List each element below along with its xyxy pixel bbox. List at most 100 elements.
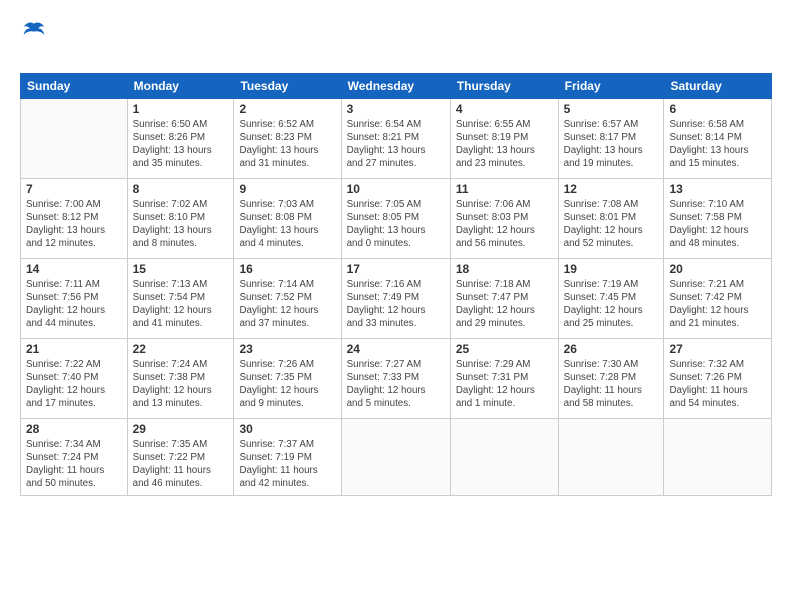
cell-info-text: Sunrise: 7:24 AMSunset: 7:38 PMDaylight:… [133,358,229,411]
cell-date-number: 16 [239,262,335,276]
weekday-header-friday: Friday [558,73,664,98]
calendar-cell [21,98,128,178]
cell-date-number: 7 [26,182,122,196]
cell-info-text: Sunrise: 7:27 AMSunset: 7:33 PMDaylight:… [347,358,445,411]
cell-date-number: 13 [669,182,766,196]
cell-info-text: Sunrise: 6:52 AMSunset: 8:23 PMDaylight:… [239,118,335,171]
calendar-cell: 19Sunrise: 7:19 AMSunset: 7:45 PMDayligh… [558,258,664,338]
cell-info-text: Sunrise: 7:16 AMSunset: 7:49 PMDaylight:… [347,278,445,331]
cell-date-number: 4 [456,102,553,116]
weekday-header-saturday: Saturday [664,73,772,98]
weekday-header-wednesday: Wednesday [341,73,450,98]
cell-date-number: 3 [347,102,445,116]
cell-info-text: Sunrise: 7:10 AMSunset: 7:58 PMDaylight:… [669,198,766,251]
calendar-cell: 21 Sunrise: 7:22 AMSunset: 7:40 PMDayligh… [21,338,128,418]
cell-date-number: 8 [133,182,229,196]
cell-date-number: 2 [239,102,335,116]
calendar-cell: 8 Sunrise: 7:02 AMSunset: 8:10 PMDaylight… [127,178,234,258]
calendar-cell: 9 Sunrise: 7:03 AMSunset: 8:08 PMDaylight… [234,178,341,258]
cell-date-number: 19 [564,262,659,276]
calendar-cell: 16 Sunrise: 7:14 AMSunset: 7:52 PMDayligh… [234,258,341,338]
cell-date-number: 9 [239,182,335,196]
cell-date-number: 5 [564,102,659,116]
calendar-cell: 27 Sunrise: 7:32 AMSunset: 7:26 PMDayligh… [664,338,772,418]
cell-info-text: Sunrise: 7:03 AMSunset: 8:08 PMDaylight:… [239,198,335,251]
cell-info-text: Sunrise: 7:32 AMSunset: 7:26 PMDaylight:… [669,358,766,411]
cell-date-number: 1 [133,102,229,116]
calendar-cell: 4 Sunrise: 6:55 AMSunset: 8:19 PMDaylight… [450,98,558,178]
calendar-cell: 11 Sunrise: 7:06 AMSunset: 8:03 PMDayligh… [450,178,558,258]
calendar-cell: 7 Sunrise: 7:00 AMSunset: 8:12 PMDaylight… [21,178,128,258]
cell-info-text: Sunrise: 7:02 AMSunset: 8:10 PMDaylight:… [133,198,229,251]
calendar-cell: 14Sunrise: 7:11 AMSunset: 7:56 PMDayligh… [21,258,128,338]
cell-date-number: 28 [26,422,122,436]
weekday-header-thursday: Thursday [450,73,558,98]
calendar-cell: 28 Sunrise: 7:34 AMSunset: 7:24 PMDayligh… [21,418,128,495]
cell-info-text: Sunrise: 7:37 AMSunset: 7:19 PMDaylight:… [239,438,335,491]
calendar-cell: 26 Sunrise: 7:30 AMSunset: 7:28 PMDayligh… [558,338,664,418]
cell-info-text: Sunrise: 7:05 AMSunset: 8:05 PMDaylight:… [347,198,445,251]
cell-info-text: Sunrise: 7:26 AMSunset: 7:35 PMDaylight:… [239,358,335,411]
calendar-table: SundayMondayTuesdayWednesdayThursdayFrid… [20,73,772,496]
cell-info-text: Sunrise: 7:34 AMSunset: 7:24 PMDaylight:… [26,438,122,491]
logo [20,22,46,65]
cell-date-number: 23 [239,342,335,356]
cell-info-text: Sunrise: 6:57 AMSunset: 8:17 PMDaylight:… [564,118,659,171]
cell-date-number: 21 [26,342,122,356]
calendar-cell: 13 Sunrise: 7:10 AMSunset: 7:58 PMDayligh… [664,178,772,258]
cell-info-text: Sunrise: 7:11 AMSunset: 7:56 PMDaylight:… [26,278,122,331]
calendar-cell: 17 Sunrise: 7:16 AMSunset: 7:49 PMDayligh… [341,258,450,338]
calendar-cell [558,418,664,495]
cell-info-text: Sunrise: 7:30 AMSunset: 7:28 PMDaylight:… [564,358,659,411]
cell-date-number: 22 [133,342,229,356]
cell-date-number: 30 [239,422,335,436]
calendar-cell: 12 Sunrise: 7:08 AMSunset: 8:01 PMDayligh… [558,178,664,258]
cell-date-number: 29 [133,422,229,436]
calendar-cell [450,418,558,495]
cell-info-text: Sunrise: 6:58 AMSunset: 8:14 PMDaylight:… [669,118,766,171]
calendar-cell: 23 Sunrise: 7:26 AMSunset: 7:35 PMDayligh… [234,338,341,418]
calendar-cell: 2 Sunrise: 6:52 AMSunset: 8:23 PMDaylight… [234,98,341,178]
calendar-cell: 20 Sunrise: 7:21 AMSunset: 7:42 PMDayligh… [664,258,772,338]
cell-date-number: 24 [347,342,445,356]
calendar-cell: 29 Sunrise: 7:35 AMSunset: 7:22 PMDayligh… [127,418,234,495]
calendar-cell: 5 Sunrise: 6:57 AMSunset: 8:17 PMDaylight… [558,98,664,178]
cell-date-number: 20 [669,262,766,276]
weekday-header-tuesday: Tuesday [234,73,341,98]
calendar-cell: 15 Sunrise: 7:13 AMSunset: 7:54 PMDayligh… [127,258,234,338]
cell-date-number: 10 [347,182,445,196]
cell-info-text: Sunrise: 7:18 AMSunset: 7:47 PMDaylight:… [456,278,553,331]
cell-info-text: Sunrise: 7:14 AMSunset: 7:52 PMDaylight:… [239,278,335,331]
cell-info-text: Sunrise: 7:06 AMSunset: 8:03 PMDaylight:… [456,198,553,251]
cell-date-number: 18 [456,262,553,276]
cell-info-text: Sunrise: 7:21 AMSunset: 7:42 PMDaylight:… [669,278,766,331]
cell-date-number: 12 [564,182,659,196]
calendar-cell [664,418,772,495]
cell-date-number: 15 [133,262,229,276]
cell-date-number: 27 [669,342,766,356]
cell-date-number: 25 [456,342,553,356]
cell-info-text: Sunrise: 7:00 AMSunset: 8:12 PMDaylight:… [26,198,122,251]
cell-info-text: Sunrise: 7:22 AMSunset: 7:40 PMDaylight:… [26,358,122,411]
calendar-cell: 10 Sunrise: 7:05 AMSunset: 8:05 PMDayligh… [341,178,450,258]
cell-date-number: 17 [347,262,445,276]
cell-info-text: Sunrise: 7:13 AMSunset: 7:54 PMDaylight:… [133,278,229,331]
cell-date-number: 6 [669,102,766,116]
calendar-cell: 30 Sunrise: 7:37 AMSunset: 7:19 PMDayligh… [234,418,341,495]
calendar-cell: 25Sunrise: 7:29 AMSunset: 7:31 PMDayligh… [450,338,558,418]
cell-date-number: 11 [456,182,553,196]
calendar-cell [341,418,450,495]
cell-date-number: 26 [564,342,659,356]
weekday-header-sunday: Sunday [21,73,128,98]
calendar-cell: 3 Sunrise: 6:54 AMSunset: 8:21 PMDaylight… [341,98,450,178]
calendar-cell: 22 Sunrise: 7:24 AMSunset: 7:38 PMDayligh… [127,338,234,418]
weekday-header-monday: Monday [127,73,234,98]
calendar-cell: 6 Sunrise: 6:58 AMSunset: 8:14 PMDaylight… [664,98,772,178]
cell-info-text: Sunrise: 7:35 AMSunset: 7:22 PMDaylight:… [133,438,229,491]
cell-info-text: Sunrise: 6:54 AMSunset: 8:21 PMDaylight:… [347,118,445,171]
logo-icon [22,20,46,40]
calendar-cell: 24 Sunrise: 7:27 AMSunset: 7:33 PMDayligh… [341,338,450,418]
cell-info-text: Sunrise: 7:08 AMSunset: 8:01 PMDaylight:… [564,198,659,251]
cell-info-text: Sunrise: 6:55 AMSunset: 8:19 PMDaylight:… [456,118,553,171]
cell-info-text: Sunrise: 6:50 AMSunset: 8:26 PMDaylight:… [133,118,229,171]
